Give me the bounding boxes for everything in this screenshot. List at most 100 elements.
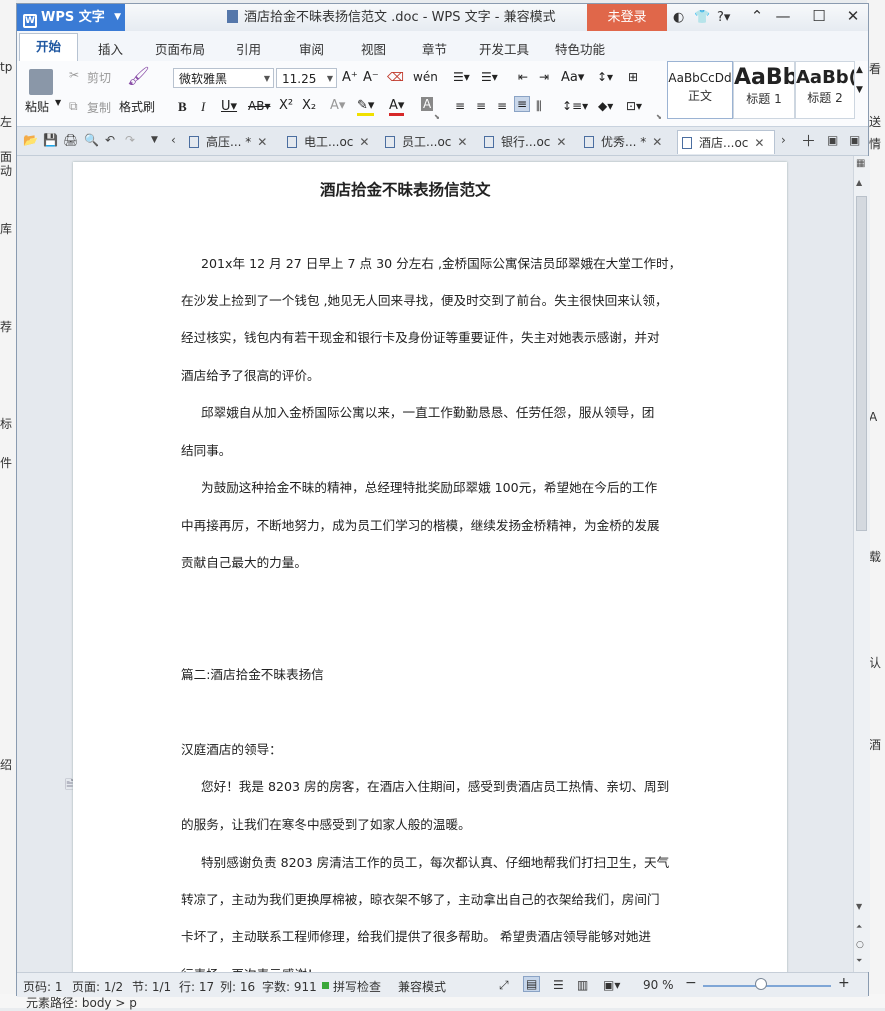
tab-view[interactable]: 视图 — [361, 39, 386, 58]
tab-special-features[interactable]: 特色功能 — [555, 39, 605, 58]
doc-tab[interactable]: 员工...oc ✕ — [381, 130, 475, 154]
close-icon[interactable]: ✕ — [257, 135, 267, 149]
chevron-down-icon[interactable]: ▼ — [55, 98, 61, 107]
tab-chapter[interactable]: 章节 — [422, 39, 447, 58]
bullet-list-icon[interactable]: ☰▾ — [453, 70, 470, 84]
scroll-down-icon[interactable]: ▼ — [856, 902, 862, 911]
skin-icon[interactable]: ◐ — [673, 10, 684, 25]
subscript-icon[interactable]: X₂ — [302, 98, 316, 113]
highlight-icon[interactable]: ✎▾ — [357, 98, 375, 116]
align-left-icon[interactable]: ≡ — [455, 99, 465, 113]
status-pages[interactable]: 页面: 1/2 — [72, 978, 123, 995]
doc-tab[interactable]: 高压... * ✕ — [185, 130, 277, 154]
dialog-launcher-icon[interactable]: ⬊ — [656, 113, 662, 121]
tab-developer[interactable]: 开发工具 — [479, 39, 529, 58]
tab-references[interactable]: 引用 — [236, 39, 261, 58]
char-shading-icon[interactable]: A — [421, 97, 434, 111]
scroll-up-icon[interactable]: ▲ — [856, 178, 862, 187]
style-heading-2[interactable]: AaBb( 标题 2 — [795, 61, 855, 119]
paste-button[interactable]: 粘贴 — [25, 98, 49, 115]
format-painter-button[interactable]: 格式刷 — [119, 98, 155, 115]
open-icon[interactable]: 📂 — [23, 133, 38, 147]
underline-icon[interactable]: U▾ — [221, 99, 237, 114]
previous-page-icon[interactable]: ⏶ — [856, 922, 862, 932]
document-workspace[interactable]: 🗎▾ 酒店拾金不昧表扬信范文 201x年 12 月 27 日早上 7 点 30 … — [17, 156, 853, 972]
superscript-icon[interactable]: X² — [279, 98, 293, 113]
number-list-icon[interactable]: ☰▾ — [481, 70, 498, 84]
sort-icon[interactable]: ↕▾ — [597, 70, 613, 84]
style-heading-1[interactable]: AaBb 标题 1 — [733, 61, 795, 119]
doc-tab-active[interactable]: 酒店...oc ✕ — [677, 130, 775, 154]
maximize-button[interactable]: ☐ — [808, 7, 830, 25]
print-icon[interactable]: 🖨 — [63, 133, 78, 147]
close-icon[interactable]: ✕ — [359, 135, 369, 149]
phonetic-guide-icon[interactable]: wén — [413, 70, 438, 84]
decrease-indent-icon[interactable]: ⇤ — [518, 70, 528, 84]
browse-object-icon[interactable]: ○ — [856, 940, 864, 950]
zoom-out-icon[interactable]: − — [685, 975, 697, 991]
full-screen-icon[interactable]: ⤢ — [499, 978, 509, 993]
style-scroll-up-icon[interactable]: ▲ — [856, 65, 863, 75]
vertical-scrollbar[interactable]: ▦ ▲ ▼ ⏶ ○ ⏷ — [853, 156, 870, 972]
tabs-scroll-right-icon[interactable]: › — [781, 133, 786, 147]
minimize-button[interactable]: — — [772, 7, 794, 25]
font-name-select[interactable]: 微软雅黑 ▼ — [173, 68, 274, 88]
paste-icon[interactable] — [29, 69, 53, 95]
bold-icon[interactable]: B — [178, 99, 187, 115]
clear-format-icon[interactable]: ⌫ — [387, 70, 404, 84]
tab-insert[interactable]: 插入 — [98, 39, 123, 58]
italic-icon[interactable]: I — [201, 99, 205, 115]
wps-menu-button[interactable]: W WPS 文字 ▼ — [17, 4, 125, 31]
grow-font-icon[interactable]: A⁺ — [342, 70, 358, 85]
table-icon[interactable]: ⊞ — [628, 70, 638, 84]
close-button[interactable]: ✕ — [842, 7, 864, 25]
borders-icon[interactable]: ⊡▾ — [626, 99, 642, 113]
web-view-icon[interactable]: ▥ — [577, 978, 588, 992]
paragraph-shading-icon[interactable]: ◆▾ — [598, 99, 613, 113]
tab-menu-icon[interactable]: ▣ — [849, 133, 860, 147]
split-view-icon[interactable]: ▦ — [856, 158, 865, 169]
shirt-icon[interactable]: 👕 — [694, 10, 710, 25]
doc-tab[interactable]: 电工...oc ✕ — [283, 130, 375, 154]
save-icon[interactable]: 💾 — [43, 133, 58, 147]
close-icon[interactable]: ✕ — [754, 136, 764, 150]
align-right-icon[interactable]: ≡ — [497, 99, 507, 113]
tab-page-layout[interactable]: 页面布局 — [155, 39, 205, 58]
new-tab-icon[interactable]: ＋ — [801, 130, 816, 151]
style-normal[interactable]: AaBbCcDd 正文 — [667, 61, 733, 119]
page-view-icon[interactable]: ▤ — [523, 976, 541, 992]
strikethrough-icon[interactable]: AB▾ — [248, 99, 270, 113]
close-icon[interactable]: ✕ — [652, 135, 662, 149]
dialog-launcher-icon[interactable]: ⬊ — [434, 113, 440, 121]
doc-tab[interactable]: 银行...oc ✕ — [480, 130, 575, 154]
copy-button[interactable]: 复制 — [87, 99, 111, 116]
line-spacing-icon[interactable]: ↕≡▾ — [562, 99, 588, 113]
distributed-align-icon[interactable]: ⫼ — [536, 99, 542, 114]
change-case-icon[interactable]: Aa▾ — [561, 70, 584, 85]
print-preview-icon[interactable]: 🔍 — [84, 133, 99, 147]
zoom-in-icon[interactable]: + — [838, 975, 850, 991]
zoom-level[interactable]: 90 % — [643, 978, 674, 992]
next-page-icon[interactable]: ⏷ — [856, 956, 862, 966]
customize-toolbar-icon[interactable]: ▼ — [151, 135, 158, 145]
reading-mode-icon[interactable]: ▣▾ — [603, 978, 620, 992]
close-icon[interactable]: ✕ — [457, 135, 467, 149]
doc-tab[interactable]: 优秀... * ✕ — [580, 130, 674, 154]
increase-indent-icon[interactable]: ⇥ — [539, 70, 549, 84]
document-page[interactable]: 酒店拾金不昧表扬信范文 201x年 12 月 27 日早上 7 点 30 分左右… — [73, 162, 787, 972]
collapse-ribbon-icon[interactable]: ⌃ — [746, 7, 768, 25]
window-list-icon[interactable]: ▣ — [827, 133, 838, 147]
tabs-scroll-left-icon[interactable]: ‹ — [171, 133, 176, 147]
close-icon[interactable]: ✕ — [556, 135, 566, 149]
align-justify-icon[interactable]: ≡ — [514, 96, 531, 112]
scrollbar-thumb[interactable] — [856, 196, 867, 531]
help-icon[interactable]: ?▾ — [717, 10, 730, 25]
spellcheck-toggle[interactable]: 拼写检查 — [333, 978, 381, 995]
status-word-count[interactable]: 字数: 911 — [262, 978, 317, 995]
tab-review[interactable]: 审阅 — [299, 39, 324, 58]
font-size-select[interactable]: 11.25 ▼ — [276, 68, 337, 88]
shrink-font-icon[interactable]: A⁻ — [363, 70, 379, 85]
zoom-slider-thumb[interactable] — [754, 978, 767, 990]
tab-home[interactable]: 开始 — [19, 33, 79, 62]
outline-view-icon[interactable]: ☰ — [553, 978, 564, 992]
